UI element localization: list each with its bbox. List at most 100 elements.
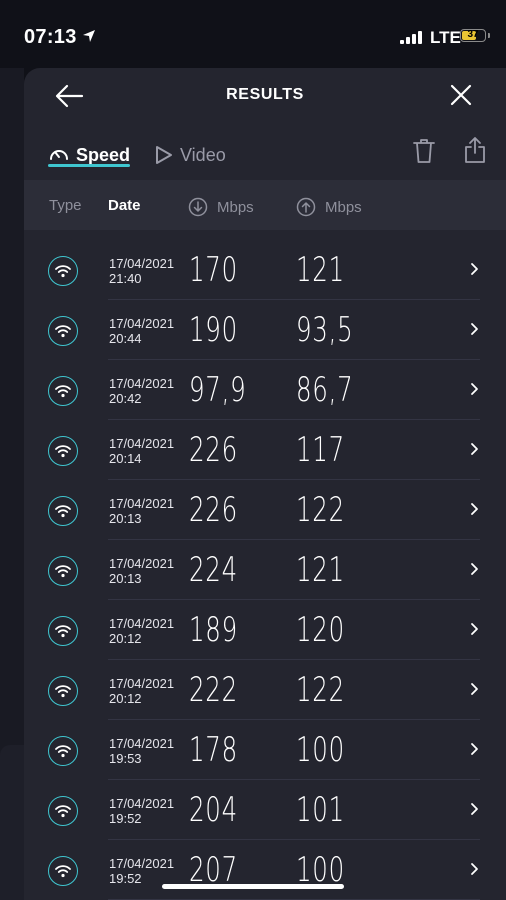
results-sheet: RESULTS Speed Video Type Date Mbps Mbps … [24, 68, 506, 900]
wifi-icon [48, 736, 78, 766]
home-indicator[interactable] [162, 884, 344, 889]
result-time: 20:42 [109, 391, 142, 406]
result-upload: 122 [296, 670, 345, 710]
upload-arrow-icon [296, 197, 316, 217]
network-type: LTE [430, 28, 461, 47]
result-download: 222 [189, 670, 238, 710]
result-datetime: 17/04/2021 20:14 [109, 436, 174, 466]
result-datetime: 17/04/2021 20:44 [109, 316, 174, 346]
chevron-right-icon [471, 383, 478, 395]
column-date[interactable]: Date [108, 197, 141, 214]
result-date: 17/04/2021 [109, 736, 175, 751]
result-date: 17/04/2021 [109, 436, 175, 451]
result-download: 190 [189, 310, 238, 350]
wifi-icon [48, 616, 78, 646]
wifi-icon [48, 676, 78, 706]
result-datetime: 17/04/2021 20:13 [109, 496, 174, 526]
result-datetime: 17/04/2021 19:53 [109, 736, 174, 766]
result-datetime: 17/04/2021 20:42 [109, 376, 174, 406]
result-download: 178 [189, 730, 238, 770]
chevron-right-icon [471, 803, 478, 815]
wifi-icon [48, 496, 78, 526]
signal-strength-icon [400, 30, 424, 44]
tab-video[interactable]: Video [154, 138, 226, 172]
result-upload: 122 [296, 490, 345, 530]
result-download: 224 [189, 550, 238, 590]
close-button[interactable] [448, 82, 474, 108]
result-date: 17/04/2021 [109, 556, 175, 571]
result-upload: 121 [296, 250, 345, 290]
download-arrow-icon [188, 197, 208, 217]
battery-level: 37 [467, 29, 479, 40]
column-upload[interactable]: Mbps [296, 197, 362, 217]
battery-nub [488, 33, 490, 38]
wifi-icon [48, 796, 78, 826]
result-datetime: 17/04/2021 19:52 [109, 856, 174, 886]
result-upload: 86,7 [296, 370, 354, 410]
chevron-right-icon [471, 743, 478, 755]
result-row[interactable]: 17/04/2021 21:40 170 121 [24, 240, 506, 300]
column-type[interactable]: Type [49, 197, 82, 214]
result-date: 17/04/2021 [109, 856, 175, 871]
result-time: 19:53 [109, 751, 142, 766]
column-upload-label: Mbps [325, 198, 362, 216]
result-time: 21:40 [109, 271, 142, 286]
wifi-icon [48, 256, 78, 286]
chevron-right-icon [471, 623, 478, 635]
result-time: 20:14 [109, 451, 142, 466]
status-bar: 07:13 LTE 37 [0, 0, 506, 66]
result-row[interactable]: 17/04/2021 20:12 189 120 [24, 600, 506, 660]
result-date: 17/04/2021 [109, 616, 175, 631]
tab-video-label: Video [180, 144, 226, 165]
chevron-right-icon [471, 863, 478, 875]
wifi-icon [48, 316, 78, 346]
result-time: 20:12 [109, 691, 142, 706]
column-headers: Type Date Mbps Mbps [24, 180, 506, 230]
result-download: 226 [189, 430, 238, 470]
wifi-icon [48, 856, 78, 886]
chevron-right-icon [471, 683, 478, 695]
result-time: 20:44 [109, 331, 142, 346]
chevron-right-icon [471, 323, 478, 335]
result-row[interactable]: 17/04/2021 19:52 204 101 [24, 780, 506, 840]
column-download[interactable]: Mbps [188, 197, 254, 217]
result-download: 204 [189, 790, 238, 830]
result-time: 19:52 [109, 811, 142, 826]
location-arrow-icon [83, 30, 95, 42]
result-row[interactable]: 17/04/2021 19:52 207 100 [24, 840, 506, 900]
result-row[interactable]: 17/04/2021 20:42 97,9 86,7 [24, 360, 506, 420]
result-upload: 93,5 [296, 310, 354, 350]
result-row[interactable]: 17/04/2021 20:14 226 117 [24, 420, 506, 480]
result-upload: 101 [296, 790, 345, 830]
chevron-right-icon [471, 443, 478, 455]
chevron-right-icon [471, 503, 478, 515]
result-download: 170 [189, 250, 238, 290]
trash-icon [413, 139, 435, 163]
result-download: 189 [189, 610, 238, 650]
delete-button[interactable] [412, 138, 436, 164]
battery-icon: 37 [460, 29, 486, 42]
result-date: 17/04/2021 [109, 256, 175, 271]
result-download: 97,9 [189, 370, 247, 410]
result-row[interactable]: 17/04/2021 20:44 190 93,5 [24, 300, 506, 360]
result-date: 17/04/2021 [109, 316, 175, 331]
status-time: 07:13 [24, 26, 77, 48]
wifi-icon [48, 376, 78, 406]
share-button[interactable] [464, 136, 486, 164]
result-date: 17/04/2021 [109, 496, 175, 511]
result-date: 17/04/2021 [109, 376, 175, 391]
speedometer-icon [50, 150, 68, 160]
header: RESULTS [24, 68, 506, 124]
share-icon [465, 137, 485, 163]
result-upload: 117 [296, 430, 345, 470]
result-row[interactable]: 17/04/2021 19:53 178 100 [24, 720, 506, 780]
active-tab-indicator [48, 164, 130, 167]
result-row[interactable]: 17/04/2021 20:13 226 122 [24, 480, 506, 540]
result-row[interactable]: 17/04/2021 20:12 222 122 [24, 660, 506, 720]
result-upload: 121 [296, 550, 345, 590]
result-row[interactable]: 17/04/2021 20:13 224 121 [24, 540, 506, 600]
result-time: 20:12 [109, 631, 142, 646]
chevron-right-icon [471, 563, 478, 575]
tab-speed-label: Speed [76, 144, 131, 165]
result-upload: 120 [296, 610, 345, 650]
